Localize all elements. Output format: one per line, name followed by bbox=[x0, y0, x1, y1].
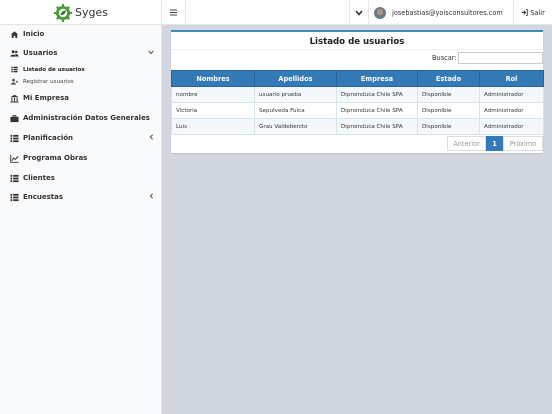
logout-label: Salir bbox=[530, 8, 545, 17]
sidebar-toggle-button[interactable] bbox=[162, 0, 186, 25]
sidebar-item-label: Listado de usuarios bbox=[23, 66, 85, 73]
sidebar-item-label: Mi Empresa bbox=[23, 94, 69, 102]
sidebar-item-label: Planificación bbox=[23, 134, 74, 142]
cell-empresa: Diproinduca Chile SPA bbox=[336, 86, 418, 103]
chevron-down-icon bbox=[148, 49, 154, 57]
sidebar-item-mi-empresa[interactable]: Mi Empresa bbox=[0, 89, 162, 107]
column-header-rol[interactable]: Rol bbox=[479, 70, 544, 87]
cell-apellidos: Grau Valdebenito bbox=[254, 118, 337, 135]
users-list-panel: Listado de usuarios Buscar: Nombres Apel… bbox=[171, 30, 544, 153]
pagination-next-button[interactable]: Próximo bbox=[503, 136, 543, 151]
sidebar-item-label: Registrar usuarios bbox=[23, 78, 74, 85]
sidebar-item-label: Encuestas bbox=[23, 193, 64, 201]
sidebar-item-clientes[interactable]: Clientes bbox=[0, 169, 162, 187]
users-table: Nombres Apellidos Empresa Estado Rol nom… bbox=[171, 70, 544, 135]
table-row[interactable]: Luis Grau Valdebenito Diproinduca Chile … bbox=[171, 118, 544, 135]
sign-out-icon bbox=[521, 9, 528, 16]
cell-rol: Administrador bbox=[479, 118, 544, 135]
list-icon bbox=[10, 193, 19, 202]
cell-nombres: nombre bbox=[171, 86, 255, 103]
chevron-left-icon bbox=[149, 193, 154, 201]
chevron-left-icon bbox=[149, 134, 154, 142]
cell-rol: Administrador bbox=[479, 102, 544, 119]
user-email: josebastias@yoisconsultores.com bbox=[392, 8, 503, 17]
avatar bbox=[374, 6, 386, 19]
cell-estado: Disponible bbox=[417, 118, 480, 135]
top-navbar: Syges josebastias@yoisconsultores.com Sa… bbox=[0, 0, 552, 25]
bank-icon bbox=[10, 94, 19, 103]
sidebar-item-label: Inicio bbox=[23, 30, 45, 38]
user-plus-icon bbox=[11, 78, 18, 85]
search-label: Buscar: bbox=[432, 54, 457, 62]
cell-estado: Disponible bbox=[417, 102, 480, 119]
chart-icon bbox=[10, 154, 19, 163]
sidebar-item-administracion-datos-generales[interactable]: Administración Datos Generales bbox=[0, 109, 162, 127]
divider bbox=[171, 49, 543, 50]
sidebar: Inicio Usuarios Listado de usuarios Regi… bbox=[0, 25, 162, 414]
sidebar-item-usuarios[interactable]: Usuarios bbox=[0, 44, 162, 62]
cell-apellidos: Sepulveda Fuica bbox=[254, 102, 337, 119]
list-icon bbox=[10, 174, 19, 183]
sidebar-item-programa-obras[interactable]: Programa Obras bbox=[0, 149, 162, 167]
chevron-down-icon bbox=[355, 9, 363, 16]
user-dropdown-toggle[interactable] bbox=[349, 0, 369, 25]
pagination-prev-button[interactable]: Anterior bbox=[447, 136, 486, 151]
user-menu[interactable]: josebastias@yoisconsultores.com bbox=[374, 0, 503, 25]
column-header-estado[interactable]: Estado bbox=[417, 70, 480, 87]
table-row[interactable]: nombre usuario prueba Diproinduca Chile … bbox=[171, 86, 544, 103]
table-row[interactable]: Victoria Sepulveda Fuica Diproinduca Chi… bbox=[171, 102, 544, 119]
search-input[interactable] bbox=[458, 52, 543, 64]
sidebar-item-label: Clientes bbox=[23, 174, 55, 182]
cell-nombres: Luis bbox=[171, 118, 255, 135]
sidebar-item-label: Administración Datos Generales bbox=[23, 114, 150, 122]
column-header-apellidos[interactable]: Apellidos bbox=[254, 70, 337, 87]
users-icon bbox=[10, 49, 19, 58]
sidebar-item-label: Programa Obras bbox=[23, 154, 88, 162]
list-icon bbox=[10, 134, 19, 143]
page-title: Listado de usuarios bbox=[309, 37, 405, 47]
sidebar-item-inicio[interactable]: Inicio bbox=[0, 25, 162, 43]
column-header-empresa[interactable]: Empresa bbox=[336, 70, 418, 87]
home-icon bbox=[10, 30, 19, 39]
logout-button[interactable]: Salir bbox=[513, 0, 552, 25]
column-header-nombres[interactable]: Nombres bbox=[171, 70, 255, 87]
pagination-page-1[interactable]: 1 bbox=[486, 136, 503, 151]
gear-leaf-logo-icon bbox=[54, 3, 72, 22]
cell-empresa: Diproinduca Chile SPA bbox=[336, 118, 418, 135]
sidebar-item-encuestas[interactable]: Encuestas bbox=[0, 188, 162, 206]
cell-estado: Disponible bbox=[417, 86, 480, 103]
cell-rol: Administrador bbox=[479, 86, 544, 103]
sidebar-item-planificacion[interactable]: Planificación bbox=[0, 129, 162, 147]
hamburger-icon bbox=[170, 11, 177, 14]
table-header-row: Nombres Apellidos Empresa Estado Rol bbox=[171, 70, 544, 87]
sidebar-item-listado-usuarios[interactable]: Listado de usuarios bbox=[0, 64, 162, 75]
sidebar-item-registrar-usuarios[interactable]: Registrar usuarios bbox=[0, 76, 162, 87]
list-icon bbox=[11, 66, 18, 73]
briefcase-icon bbox=[10, 114, 19, 123]
brand-logo[interactable]: Syges bbox=[0, 0, 162, 25]
sidebar-item-label: Usuarios bbox=[23, 49, 58, 57]
cell-nombres: Victoria bbox=[171, 102, 255, 119]
brand-name: Syges bbox=[75, 6, 108, 19]
cell-apellidos: usuario prueba bbox=[254, 86, 337, 103]
cell-empresa: Diproinduca Chile SPA bbox=[336, 102, 418, 119]
